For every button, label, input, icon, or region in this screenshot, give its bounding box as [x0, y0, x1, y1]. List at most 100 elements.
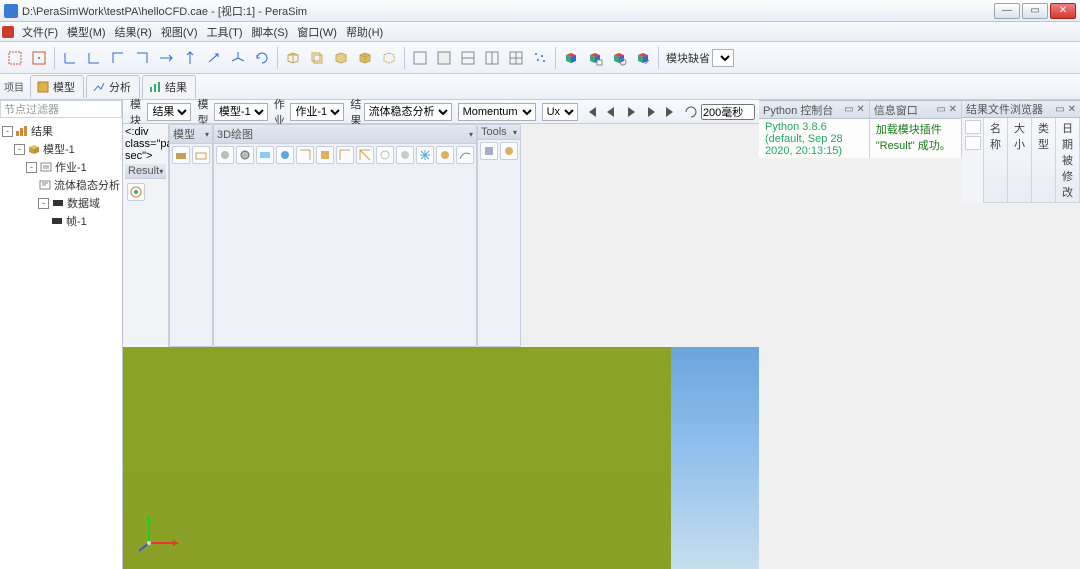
field-select[interactable]: Momentum [458, 103, 536, 121]
tree-node-job1[interactable]: 作业-1 [55, 159, 87, 175]
display-2-button[interactable] [433, 47, 455, 69]
scatter-button[interactable] [529, 47, 551, 69]
display-4-button[interactable] [481, 47, 503, 69]
display-3-button[interactable] [457, 47, 479, 69]
axis-y-button[interactable] [179, 47, 201, 69]
message-window-body[interactable]: 加载模块插件 "Result" 成功。 [870, 119, 961, 158]
anim-next-button[interactable] [641, 101, 661, 123]
rb-side-btn-1[interactable] [965, 120, 981, 134]
plot3d-btn-12[interactable] [436, 146, 454, 164]
expander-icon[interactable]: - [26, 162, 37, 173]
window-minimize-button[interactable]: — [994, 3, 1020, 19]
menu-tool[interactable]: 工具(T) [203, 22, 247, 42]
panel-undock-icon[interactable]: ▭ ✕ [936, 104, 957, 115]
menu-help[interactable]: 帮助(H) [342, 22, 387, 42]
tools-btn-1[interactable] [480, 142, 498, 160]
anim-last-button[interactable] [661, 101, 681, 123]
rb-side-btn-2[interactable] [965, 136, 981, 150]
model-btn-2[interactable] [192, 146, 210, 164]
tree-node-steady[interactable]: 流体稳态分析 [54, 177, 120, 193]
box-select-button[interactable] [28, 47, 50, 69]
model-select[interactable]: 模型-1 [214, 103, 268, 121]
angle-tool-2[interactable] [83, 47, 105, 69]
tree-node-frame1[interactable]: 帧-1 [66, 213, 87, 229]
col-date[interactable]: 日期被修改 [1056, 118, 1080, 202]
col-name[interactable]: 名称 [984, 118, 1008, 202]
color-cube-2[interactable] [584, 47, 606, 69]
menu-view[interactable]: 视图(V) [157, 22, 202, 42]
cube-iso-button[interactable] [282, 47, 304, 69]
plot3d-btn-5[interactable] [296, 146, 314, 164]
triad-button[interactable] [227, 47, 249, 69]
menu-window[interactable]: 窗口(W) [293, 22, 341, 42]
angle-tool-4[interactable] [131, 47, 153, 69]
job-select[interactable]: 作业-1 [290, 103, 344, 121]
anim-play-button[interactable] [621, 101, 641, 123]
project-tree[interactable]: -结果 -模型-1 -作业-1 流体稳态分析 -数据域 帧-1 [0, 118, 122, 569]
cube-hidden-button[interactable] [378, 47, 400, 69]
display-1-button[interactable] [409, 47, 431, 69]
model-btn-1[interactable] [172, 146, 190, 164]
result-select[interactable]: 流体稳态分析 [364, 103, 452, 121]
tab-model[interactable]: 模型 [30, 75, 84, 98]
tree-node-result[interactable]: 结果 [31, 123, 53, 139]
expander-icon[interactable]: - [14, 144, 25, 155]
palette-section-model[interactable]: 模型▾ [170, 125, 212, 144]
expander-icon[interactable]: - [38, 198, 49, 209]
cube-wire-button[interactable] [306, 47, 328, 69]
main-toolbar: 模块缺省 [0, 42, 1080, 74]
col-type[interactable]: 类型 [1032, 118, 1056, 202]
component-select[interactable]: Ux [542, 103, 578, 121]
plot3d-btn-2[interactable] [236, 146, 254, 164]
module-default-selector[interactable]: 模块缺省 [666, 49, 734, 67]
plot3d-btn-6[interactable] [316, 146, 334, 164]
palette-section-3d[interactable]: 3D绘图▾ [214, 125, 476, 144]
color-cube-3[interactable] [608, 47, 630, 69]
tools-btn-2[interactable] [500, 142, 518, 160]
angle-tool-1[interactable] [59, 47, 81, 69]
rotate-button[interactable] [251, 47, 273, 69]
menu-result[interactable]: 结果(R) [111, 22, 156, 42]
palette-section-result[interactable]: Result▾ [125, 164, 166, 179]
plot3d-btn-8[interactable] [356, 146, 374, 164]
panel-undock-icon[interactable]: ▭ ✕ [1055, 104, 1076, 115]
window-maximize-button[interactable]: ▭ [1022, 3, 1048, 19]
tree-node-model1[interactable]: 模型-1 [43, 141, 75, 157]
anim-prev-button[interactable] [601, 101, 621, 123]
plot3d-btn-3[interactable] [256, 146, 274, 164]
menu-script[interactable]: 脚本(S) [248, 22, 293, 42]
expander-icon[interactable]: - [2, 126, 13, 137]
plot3d-btn-1[interactable] [216, 146, 234, 164]
palette-section-tools[interactable]: Tools▾ [478, 125, 520, 140]
plot3d-btn-13[interactable] [456, 146, 474, 164]
col-size[interactable]: 大小 [1008, 118, 1032, 202]
display-5-button[interactable] [505, 47, 527, 69]
3d-viewport[interactable]: Momentum Time/Frequence:5000 Ux 106 71.0… [123, 347, 759, 569]
python-console-body[interactable]: Python 3.8.6 (default, Sep 28 2020, 20:1… [759, 119, 869, 158]
plot3d-btn-4[interactable] [276, 146, 294, 164]
select-tool-button[interactable] [4, 47, 26, 69]
anim-loop-button[interactable] [681, 101, 701, 123]
axis-x-button[interactable] [155, 47, 177, 69]
plot3d-btn-9[interactable] [376, 146, 394, 164]
time-input[interactable] [701, 104, 755, 120]
plot3d-btn-10[interactable] [396, 146, 414, 164]
tree-node-dataset[interactable]: 数据域 [67, 195, 100, 211]
menu-file[interactable]: 文件(F) [18, 22, 62, 42]
anim-first-button[interactable] [581, 101, 601, 123]
color-cube-4[interactable] [632, 47, 654, 69]
result-contour-button[interactable] [127, 183, 145, 201]
angle-tool-3[interactable] [107, 47, 129, 69]
window-close-button[interactable]: ✕ [1050, 3, 1076, 19]
menu-model[interactable]: 模型(M) [63, 22, 110, 42]
module-select[interactable]: 结果 [147, 103, 191, 121]
cube-solid-button[interactable] [354, 47, 376, 69]
cube-shade-button[interactable] [330, 47, 352, 69]
plot3d-btn-7[interactable] [336, 146, 354, 164]
tree-filter-input[interactable]: 节点过滤器 [0, 100, 122, 118]
module-default-select[interactable] [712, 49, 734, 67]
panel-undock-icon[interactable]: ▭ ✕ [844, 104, 865, 115]
color-cube-1[interactable] [560, 47, 582, 69]
plot3d-btn-11[interactable] [416, 146, 434, 164]
axis-z-button[interactable] [203, 47, 225, 69]
